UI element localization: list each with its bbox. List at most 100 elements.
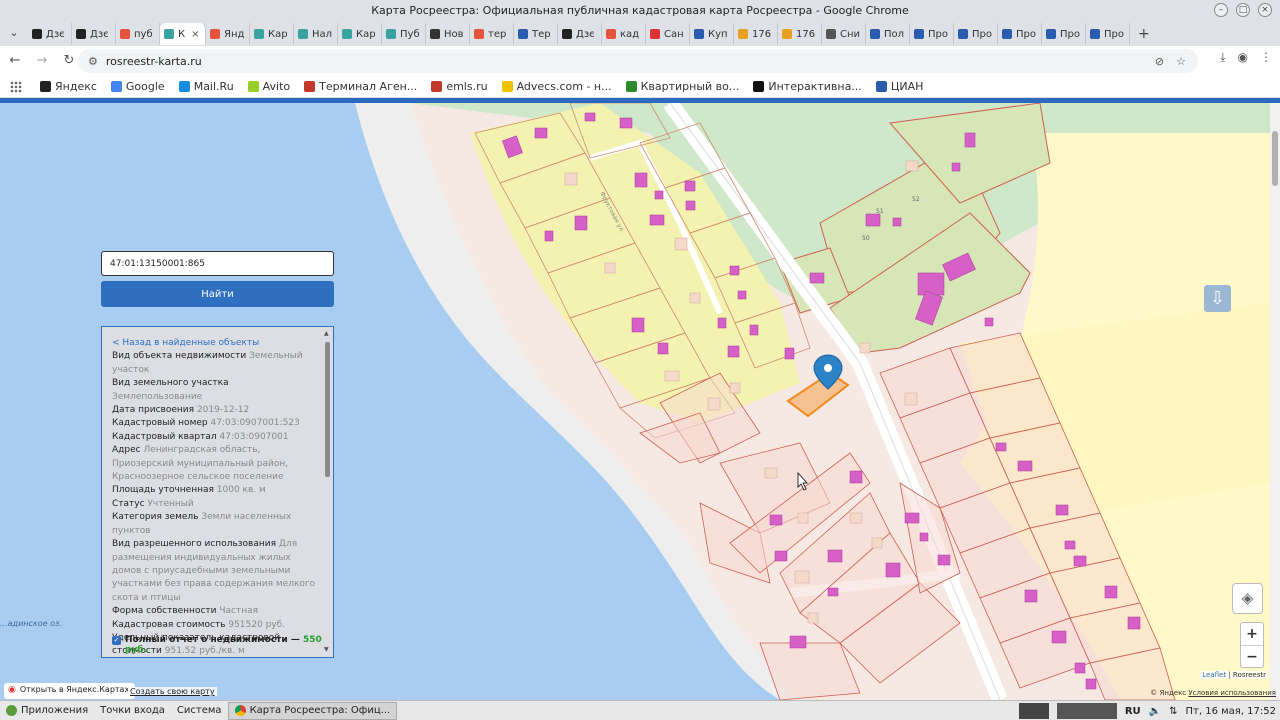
zoom-out-button[interactable]: − (1241, 645, 1263, 667)
browser-tab[interactable]: Дзє (28, 23, 72, 45)
bookmark-item[interactable]: Терминал Аген... (304, 80, 417, 93)
download-icon[interactable]: ⤓ (1220, 50, 1225, 65)
browser-tab[interactable]: кад (602, 23, 646, 45)
tray-workspaces[interactable] (1056, 703, 1117, 719)
zoom-in-button[interactable]: + (1241, 623, 1263, 645)
menu-icon[interactable]: ⋮ (1260, 50, 1272, 65)
map-pin-icon (210, 29, 220, 39)
bookmark-item[interactable]: Mail.Ru (178, 80, 234, 93)
info-label: Площадь уточненная (112, 485, 214, 496)
page-content: Фруктовая ул. 51 52 50 Найти < Назад в н… (0, 98, 1280, 700)
back-button[interactable]: ← (3, 49, 27, 73)
info-row: Категория земель Земли населенных пункто… (112, 511, 318, 538)
browser-tab[interactable]: Сни (822, 23, 866, 45)
browser-tab[interactable]: Пол (866, 23, 910, 45)
address-bar[interactable]: ⚙ rosreestr-karta.ru ⊘ ☆ (78, 49, 1198, 73)
page-scrollbar[interactable] (1270, 103, 1280, 700)
browser-tab[interactable]: Нов (426, 23, 470, 45)
info-label: Кадастровый квартал (112, 431, 217, 442)
browser-tab[interactable]: 176 (734, 23, 778, 45)
info-value: 47:03:0907001 (219, 431, 289, 442)
cadastral-search-input[interactable] (101, 251, 334, 276)
full-report-option[interactable]: ✓ Полный отчет о недвижимости — 550 руб. (112, 635, 322, 655)
close-window-button[interactable]: × (1258, 3, 1272, 17)
browser-tab[interactable]: Пуб (382, 23, 426, 45)
scroll-up-arrow-icon[interactable]: ▲ (324, 330, 329, 337)
leaflet-link[interactable]: Leaflet (1202, 671, 1226, 679)
info-label: Форма собственности (112, 606, 217, 617)
tab-title: Сан (664, 28, 684, 40)
zen-icon (562, 29, 572, 39)
network-icon[interactable]: ⇅ (1169, 706, 1177, 717)
browser-tab[interactable]: Сан (646, 23, 690, 45)
scroll-down-arrow-icon[interactable]: ▼ (324, 646, 329, 653)
taskbar-chrome-window[interactable]: Карта Росреестра: Офиц... (227, 701, 398, 720)
bookmark-item[interactable]: Яндекс (40, 80, 97, 93)
browser-tab[interactable]: Куп (690, 23, 734, 45)
site-info-icon[interactable]: ⚙ (88, 55, 98, 68)
bookmark-item[interactable]: emls.ru (431, 80, 488, 93)
browser-tab[interactable]: Про (1042, 23, 1086, 45)
layers-icon[interactable]: ◈ (1232, 583, 1263, 614)
bookmark-item[interactable]: Advecs.com - н... (501, 80, 612, 93)
panel-scrollbar[interactable]: ▲ ▼ (324, 330, 331, 654)
browser-tab[interactable]: Про (954, 23, 998, 45)
browser-tab[interactable]: пуб (116, 23, 160, 45)
places-menu[interactable]: Точки входа (94, 705, 171, 716)
bookmark-favicon-icon (304, 81, 316, 92)
back-to-results-link[interactable]: < Назад в найденные объекты (112, 337, 318, 350)
url-text[interactable]: rosreestr-karta.ru (106, 55, 1155, 68)
bookmark-item[interactable]: ЦИАН (875, 80, 923, 93)
info-label: Вид земельного участка (112, 378, 229, 389)
close-tab-icon[interactable]: × (191, 29, 199, 40)
apps-grid-icon[interactable] (10, 80, 22, 93)
minimize-button[interactable]: – (1214, 3, 1228, 17)
bookmark-item[interactable]: Google (110, 80, 165, 93)
browser-tab[interactable]: Про (1086, 23, 1130, 45)
bookmark-item[interactable]: Avito (247, 80, 290, 93)
page-scrollbar-thumb[interactable] (1272, 131, 1278, 186)
terms-link[interactable]: Условия использования (1188, 689, 1276, 697)
cian-icon (1046, 29, 1056, 39)
browser-tab[interactable]: Про (910, 23, 954, 45)
create-your-map-link[interactable]: Создать свою карту (128, 687, 217, 696)
info-row: Вид земельного участка Землепользование (112, 377, 318, 404)
bookmark-label: Advecs.com - н... (516, 80, 612, 93)
browser-tab[interactable]: Янд (206, 23, 250, 45)
browser-tab[interactable]: Нал (294, 23, 338, 45)
tab-search-icon[interactable]: ⌄ (6, 26, 22, 42)
report-checkbox[interactable]: ✓ (112, 636, 121, 645)
browser-tab[interactable]: Дзє (72, 23, 116, 45)
new-tab-button[interactable]: + (1130, 26, 1158, 42)
browser-tab[interactable]: Про (998, 23, 1042, 45)
eye-off-icon[interactable]: ⊘ (1155, 55, 1164, 68)
profile-icon[interactable]: ◉ (1238, 50, 1248, 65)
volume-icon[interactable]: 🔈 (1149, 706, 1161, 717)
browser-tab[interactable]: Тер (514, 23, 558, 45)
maximize-button[interactable]: □ (1236, 3, 1250, 17)
browser-tab[interactable]: тер (470, 23, 514, 45)
tab-title: Кар (356, 28, 376, 40)
forward-button[interactable]: → (30, 49, 54, 73)
tab-title: тер (488, 28, 507, 40)
info-row: Кадастровый номер 47:03:0907001:523 (112, 417, 318, 430)
tab-title: 176 (752, 28, 772, 40)
open-in-yandex-maps-button[interactable]: ◉ Открыть в Яндекс.Картах (4, 683, 136, 699)
applications-menu[interactable]: Приложения (0, 705, 94, 716)
system-menu[interactable]: Система (171, 705, 228, 716)
bookmark-favicon-icon (247, 81, 259, 92)
keyboard-layout[interactable]: RU (1125, 706, 1141, 717)
bookmark-item[interactable]: Интерактивна... (753, 80, 862, 93)
browser-tab[interactable]: 176 (778, 23, 822, 45)
tray-chrome-icon[interactable] (1018, 703, 1049, 719)
browser-tab[interactable]: Кар (250, 23, 294, 45)
clock[interactable]: Пт, 16 мая, 17:52 (1186, 706, 1276, 717)
browser-tab[interactable]: Дзє (558, 23, 602, 45)
search-button[interactable]: Найти (101, 281, 334, 307)
bookmark-item[interactable]: Квартирный во... (625, 80, 739, 93)
panel-scrollbar-thumb[interactable] (325, 342, 330, 477)
browser-tab[interactable]: К × (160, 23, 206, 45)
browser-tab[interactable]: Кар (338, 23, 382, 45)
down-arrow-icon[interactable]: ⇩ (1204, 285, 1231, 312)
bookmark-star-icon[interactable]: ☆ (1176, 55, 1186, 68)
